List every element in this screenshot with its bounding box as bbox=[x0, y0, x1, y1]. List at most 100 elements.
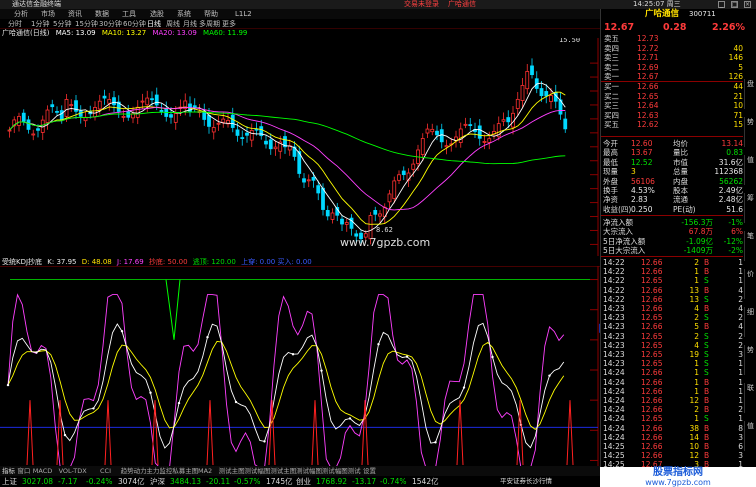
indicator-tab[interactable]: 测试 bbox=[348, 466, 361, 476]
tick-row[interactable]: 14:22 12.66 1 B 1 bbox=[601, 267, 743, 276]
indicator-tab[interactable]: 趋势动力 bbox=[121, 466, 147, 476]
tick-row[interactable]: 14:24 12.66 2 B 2 bbox=[601, 405, 743, 414]
close-icon[interactable]: × bbox=[744, 1, 751, 8]
period-tab[interactable]: 5分钟 bbox=[53, 19, 71, 29]
indicator-tab[interactable]: 私募主图 bbox=[172, 466, 198, 476]
candlestick-chart[interactable]: 15.0014.5014.0013.5013.0012.5012.0011.50… bbox=[0, 38, 600, 256]
tick-row[interactable]: 14:23 12.66 5 B 4 bbox=[601, 322, 743, 331]
indicator-chart[interactable]: 120.00100.0080.0060.0040.0020.000.0087.3… bbox=[0, 266, 600, 476]
candle-body bbox=[97, 100, 102, 110]
index-name[interactable]: 上证 bbox=[2, 476, 17, 487]
side-tab[interactable]: 筹 bbox=[744, 193, 756, 223]
candle-body bbox=[435, 130, 439, 136]
side-tab[interactable]: 势 bbox=[744, 345, 756, 375]
menu-item[interactable]: 资讯 bbox=[68, 9, 82, 19]
minimize-icon[interactable]: _ bbox=[718, 1, 725, 8]
tick-row[interactable]: 14:24 12.66 12 B 1 bbox=[601, 396, 743, 405]
ask-row: 卖三 12.71 146 bbox=[601, 53, 743, 62]
side-tab[interactable]: 值 bbox=[744, 155, 756, 185]
menu-item[interactable]: 选股 bbox=[150, 9, 164, 19]
tick-row[interactable]: 14:24 12.66 1 B 1 bbox=[601, 378, 743, 387]
indicator-tab[interactable]: MACD bbox=[33, 466, 52, 476]
bid-row: 买二 12.65 21 bbox=[601, 92, 743, 101]
menu-item[interactable]: 数据 bbox=[95, 9, 109, 19]
tick-row[interactable]: 14:23 12.65 2 S 2 bbox=[601, 332, 743, 341]
tick-time: 14:24 bbox=[603, 368, 625, 378]
indicator-tab[interactable]: 窗口 bbox=[17, 466, 30, 476]
menu-item[interactable]: 市场 bbox=[41, 9, 55, 19]
candle-body bbox=[150, 98, 154, 101]
period-tab[interactable]: 多周期 bbox=[199, 19, 220, 29]
indicator-tab[interactable]: 测试主图 bbox=[219, 466, 245, 476]
tick-volume: 1 bbox=[694, 414, 699, 424]
indicator-tab[interactable]: CCI bbox=[100, 466, 111, 476]
tick-row[interactable]: 14:24 12.66 38 B 8 bbox=[601, 424, 743, 433]
indicator-tab[interactable]: MA2 bbox=[198, 466, 212, 476]
candle-body bbox=[207, 115, 211, 127]
flow-value: 67.8万 bbox=[688, 227, 713, 237]
tick-row[interactable]: 14:25 12.66 12 B 3 bbox=[601, 451, 743, 460]
tick-row[interactable]: 14:22 12.65 1 S 1 bbox=[601, 276, 743, 285]
tick-row[interactable]: 14:22 12.66 2 B 1 bbox=[601, 258, 743, 267]
period-tab[interactable]: 30分钟 bbox=[99, 19, 122, 29]
indicator-tab[interactable]: VOL-TDX bbox=[59, 466, 87, 476]
menu-item[interactable]: 系统 bbox=[177, 9, 191, 19]
period-tab[interactable]: 60分钟 bbox=[123, 19, 146, 29]
tick-row[interactable]: 14:22 12.66 13 B 4 bbox=[601, 286, 743, 295]
indicator-tab[interactable]: 指标 bbox=[2, 466, 15, 476]
flow-value: -156.3万 bbox=[681, 218, 713, 227]
tick-count: 1 bbox=[738, 359, 743, 369]
tick-row[interactable]: 14:23 12.65 1 S 1 bbox=[601, 359, 743, 368]
menu-item[interactable]: L1L2 bbox=[235, 9, 252, 19]
side-tab[interactable]: 联 bbox=[744, 383, 756, 413]
period-tab[interactable]: 周线 bbox=[166, 19, 180, 29]
index-name[interactable]: 沪深 bbox=[150, 476, 165, 487]
k-dot bbox=[92, 407, 95, 410]
index-pct: -0.24% bbox=[86, 477, 113, 486]
maximize-icon[interactable]: □ bbox=[731, 1, 738, 8]
tick-row[interactable]: 14:23 12.66 4 B 4 bbox=[601, 304, 743, 313]
index-name[interactable]: 创业 bbox=[296, 476, 311, 487]
side-tab[interactable]: 笔 bbox=[744, 231, 756, 261]
indicator-tab[interactable]: 主力监控 bbox=[146, 466, 172, 476]
ma10-label: MA10: 13.27 bbox=[101, 29, 147, 37]
indicator-tab[interactable]: 测试幅图 bbox=[296, 466, 322, 476]
candle-body bbox=[463, 123, 468, 126]
bid-row: 买一 12.66 44 bbox=[601, 82, 743, 91]
menu-item[interactable]: 工具 bbox=[122, 9, 136, 19]
tick-row[interactable]: 14:25 12.66 10 B 6 bbox=[601, 442, 743, 451]
tick-direction: B bbox=[704, 377, 710, 387]
period-tab[interactable]: 1分钟 bbox=[31, 19, 49, 29]
candle-body bbox=[549, 95, 553, 102]
indicator-tab[interactable]: 测试幅图 bbox=[322, 466, 348, 476]
side-tab[interactable]: 势 bbox=[744, 117, 756, 147]
side-tab[interactable]: 值 bbox=[744, 421, 756, 451]
k-dot bbox=[434, 441, 437, 444]
tick-row[interactable]: 14:24 12.66 1 B 1 bbox=[601, 387, 743, 396]
menu-item[interactable]: 分析 bbox=[14, 9, 28, 19]
tick-row[interactable]: 14:23 12.65 4 S 2 bbox=[601, 341, 743, 350]
tick-row[interactable]: 14:24 12.65 1 S 1 bbox=[601, 414, 743, 423]
tick-row[interactable]: 14:24 12.66 14 B 3 bbox=[601, 433, 743, 442]
tick-direction: S bbox=[704, 350, 709, 359]
tick-row[interactable]: 14:23 12.65 2 S 2 bbox=[601, 313, 743, 322]
side-tab[interactable]: 价 bbox=[744, 269, 756, 299]
period-tab[interactable]: 更多 bbox=[222, 19, 236, 29]
candle-body bbox=[249, 129, 254, 141]
period-tab[interactable]: 日线 bbox=[147, 19, 161, 29]
indicator-tab[interactable]: 测试幅图 bbox=[244, 466, 270, 476]
period-tab[interactable]: 分时 bbox=[8, 19, 22, 29]
period-tab[interactable]: 月线 bbox=[183, 19, 197, 29]
indicator-tab[interactable]: 测试主图 bbox=[270, 466, 296, 476]
login-indicator[interactable]: 交易未登录 bbox=[404, 0, 439, 9]
side-tab[interactable]: 细 bbox=[744, 307, 756, 337]
index-change: -13.17 bbox=[352, 477, 377, 486]
indicator-tab[interactable]: 设置 bbox=[363, 466, 376, 476]
side-tab[interactable]: 盘 bbox=[744, 79, 756, 109]
tick-row[interactable]: 14:24 12.66 1 S 1 bbox=[601, 368, 743, 377]
tick-row[interactable]: 14:23 12.65 19 S 3 bbox=[601, 350, 743, 359]
candle-body bbox=[439, 129, 444, 143]
period-tab[interactable]: 15分钟 bbox=[75, 19, 98, 29]
tick-row[interactable]: 14:22 12.66 13 S 2 bbox=[601, 295, 743, 304]
menu-item[interactable]: 帮助 bbox=[204, 9, 218, 19]
